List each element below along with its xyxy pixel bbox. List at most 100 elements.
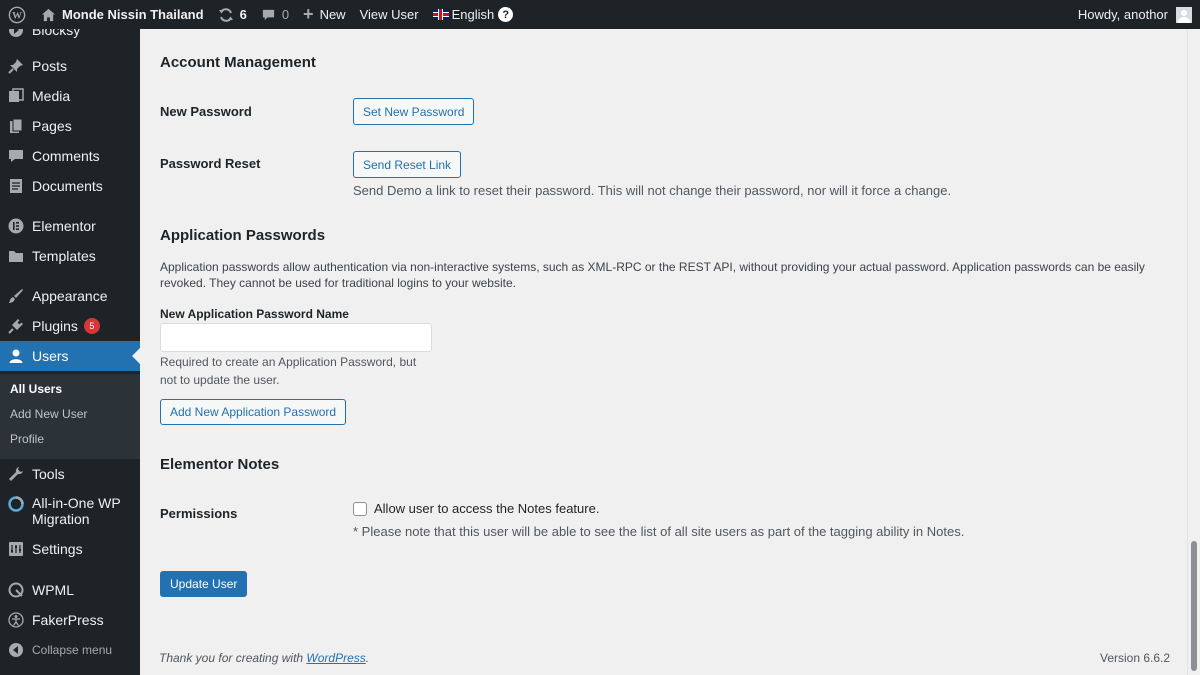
footer-version: Version 6.6.2	[1100, 651, 1171, 665]
sidebar-item-tools[interactable]: Tools	[0, 459, 140, 489]
sidebar-item-label: Elementor	[32, 218, 96, 234]
svg-text:W: W	[12, 10, 22, 21]
wrench-icon	[8, 466, 24, 482]
sidebar-item-fakerpress[interactable]: FakerPress	[0, 605, 140, 635]
update-icon	[218, 7, 234, 23]
sidebar-item-users[interactable]: Users	[0, 341, 140, 371]
admin-sidebar: Blocksy Posts Media Pages Comments Docum…	[0, 29, 140, 675]
sidebar-item-label: Tools	[32, 466, 65, 482]
fakerpress-icon	[8, 612, 24, 628]
home-icon	[41, 8, 56, 22]
sidebar-item-label: Blocksy	[32, 29, 81, 38]
submenu-all-users[interactable]: All Users	[10, 382, 62, 396]
sidebar-item-blocksy[interactable]: Blocksy	[0, 29, 140, 45]
sidebar-item-label: FakerPress	[32, 612, 104, 628]
sidebar-item-comments[interactable]: Comments	[0, 141, 140, 171]
sidebar-item-label: Posts	[32, 58, 68, 74]
add-new-application-password-button[interactable]: Add New Application Password	[160, 399, 347, 425]
help-icon[interactable]: ?	[498, 7, 514, 22]
sidebar-item-posts[interactable]: Posts	[0, 51, 140, 81]
sidebar-item-label: Settings	[32, 541, 83, 557]
application-passwords-heading: Application Passwords	[160, 227, 326, 244]
footer-thanks-prefix: Thank you for creating with	[159, 651, 307, 665]
notes-access-checkbox-label[interactable]: Allow user to access the Notes feature.	[374, 501, 599, 516]
sidebar-item-settings[interactable]: Settings	[0, 534, 140, 564]
scrollbar-thumb[interactable]	[1191, 541, 1197, 671]
page-scrollbar[interactable]	[1187, 29, 1200, 675]
sidebar-item-label: Documents	[32, 178, 103, 194]
elementor-icon	[8, 218, 24, 234]
folder-icon	[8, 248, 24, 264]
sidebar-item-label: WPML	[32, 582, 74, 598]
application-password-help-text: Required to create an Application Passwo…	[160, 355, 417, 387]
comments-count: 0	[281, 7, 290, 22]
account-management-heading: Account Management	[160, 54, 316, 71]
comment-icon	[8, 148, 24, 164]
sidebar-item-label: Appearance	[32, 288, 108, 304]
wpml-icon	[8, 582, 24, 598]
documents-icon	[8, 178, 24, 194]
view-user-label: View User	[359, 7, 419, 22]
collapse-menu-label: Collapse menu	[32, 643, 113, 657]
password-reset-label: Password Reset	[160, 156, 261, 171]
application-password-name-input[interactable]	[160, 323, 432, 352]
sidebar-item-label: Plugins	[32, 318, 78, 334]
update-user-button[interactable]: Update User	[160, 571, 248, 597]
sidebar-item-label: Media	[32, 88, 71, 104]
reset-description: Send Demo a link to reset their password…	[353, 183, 952, 198]
pages-icon	[8, 118, 24, 134]
pin-icon	[8, 58, 24, 74]
notes-access-checkbox[interactable]	[353, 502, 367, 516]
brush-icon	[8, 288, 24, 304]
sidebar-item-elementor[interactable]: Elementor	[0, 211, 140, 241]
sidebar-item-media[interactable]: Media	[0, 81, 140, 111]
main-content: Account Management New Password Set New …	[140, 29, 1187, 675]
language-switcher[interactable]: English ?	[426, 0, 521, 29]
site-name-link[interactable]: Monde Nissin Thailand	[34, 0, 211, 29]
users-submenu: All Users Add New User Profile	[0, 374, 140, 459]
elementor-notes-heading: Elementor Notes	[160, 456, 280, 473]
wordpress-logo-icon: W	[8, 6, 26, 23]
user-icon	[8, 348, 24, 364]
sidebar-item-label: All-in-One WP Migration	[32, 495, 121, 527]
submenu-add-new-user[interactable]: Add New User	[10, 407, 87, 421]
sidebar-item-label: Pages	[32, 118, 72, 134]
collapse-menu-button[interactable]: Collapse menu	[0, 635, 140, 665]
send-reset-link-button[interactable]: Send Reset Link	[353, 151, 462, 178]
admin-bar: W Monde Nissin Thailand 6 0 + New View U…	[0, 0, 1200, 29]
sidebar-item-label: Users	[32, 348, 69, 364]
migration-icon	[8, 496, 24, 512]
sidebar-item-plugins[interactable]: Plugins 5	[0, 311, 140, 341]
sidebar-item-all-in-one-wp-migration[interactable]: All-in-One WP Migration	[0, 491, 140, 533]
sidebar-item-appearance[interactable]: Appearance	[0, 281, 140, 311]
application-passwords-description: Application passwords allow authenticati…	[160, 260, 1145, 290]
notes-tagging-note: * Please note that this user will be abl…	[353, 524, 965, 539]
sidebar-item-wpml[interactable]: WPML	[0, 575, 140, 605]
site-name-label: Monde Nissin Thailand	[62, 7, 204, 22]
my-account-menu[interactable]: Howdy, anothor	[1078, 0, 1200, 29]
blocksy-icon	[8, 29, 24, 38]
updates-link[interactable]: 6	[211, 0, 254, 29]
new-password-label: New Password	[160, 104, 252, 119]
media-icon	[8, 88, 24, 104]
sidebar-item-label: Templates	[32, 248, 96, 264]
submenu-profile[interactable]: Profile	[10, 432, 44, 446]
application-password-name-label: New Application Password Name	[160, 307, 349, 321]
new-content-link[interactable]: + New	[296, 0, 353, 29]
wordpress-logo-button[interactable]: W	[0, 0, 34, 29]
sidebar-item-documents[interactable]: Documents	[0, 171, 140, 201]
sidebar-item-pages[interactable]: Pages	[0, 111, 140, 141]
comments-link[interactable]: 0	[254, 0, 296, 29]
sidebar-item-label: Comments	[32, 148, 100, 164]
wordpress-link[interactable]: WordPress	[306, 651, 365, 665]
comment-icon	[261, 8, 276, 22]
language-label: English	[451, 7, 495, 22]
sidebar-item-templates[interactable]: Templates	[0, 241, 140, 271]
plug-icon	[8, 318, 24, 334]
plus-icon: +	[303, 4, 314, 24]
view-user-link[interactable]: View User	[353, 0, 426, 29]
new-label: New	[319, 7, 346, 22]
avatar	[1176, 6, 1192, 23]
set-new-password-button[interactable]: Set New Password	[353, 98, 475, 125]
updates-count: 6	[239, 7, 247, 22]
